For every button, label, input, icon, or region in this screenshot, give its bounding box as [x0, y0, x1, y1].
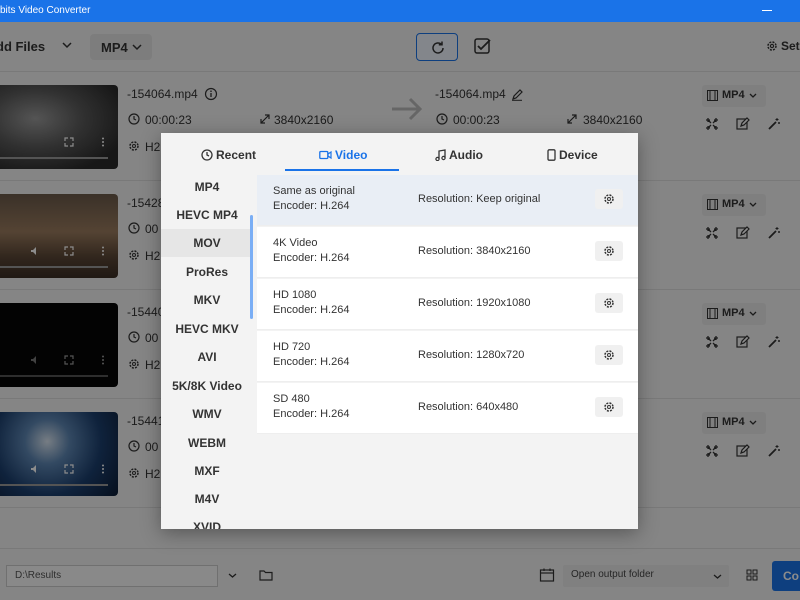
format-item[interactable]: M4V: [161, 485, 253, 513]
gear-icon: [604, 298, 614, 308]
tab-audio[interactable]: Audio: [401, 133, 515, 171]
preset-encoder: Encoder: H.264: [273, 252, 350, 264]
video-icon: [319, 150, 332, 160]
preset-encoder: Encoder: H.264: [273, 356, 350, 368]
preset-item[interactable]: Same as original Encoder: H.264 Resoluti…: [257, 175, 638, 226]
preset-settings-button[interactable]: [595, 293, 623, 313]
phone-icon: [547, 149, 556, 161]
preset-name: HD 720: [273, 341, 311, 353]
format-item[interactable]: MP4: [161, 173, 253, 201]
format-picker-dialog: Recent Video Audio Device MP4 HEVC MP4 M…: [161, 133, 638, 529]
title-bar: bits Video Converter: [0, 0, 800, 22]
format-item[interactable]: MOV: [161, 229, 253, 257]
tab-recent[interactable]: Recent: [173, 133, 283, 171]
preset-encoder: Encoder: H.264: [273, 304, 350, 316]
gear-icon: [604, 350, 614, 360]
preset-item[interactable]: HD 1080 Encoder: H.264 Resolution: 1920x…: [257, 279, 638, 330]
preset-item[interactable]: HD 720 Encoder: H.264 Resolution: 1280x7…: [257, 331, 638, 382]
gear-icon: [604, 246, 614, 256]
preset-settings-button[interactable]: [595, 397, 623, 417]
preset-encoder: Encoder: H.264: [273, 200, 350, 212]
preset-encoder: Encoder: H.264: [273, 408, 350, 420]
format-item[interactable]: HEVC MKV: [161, 315, 253, 343]
format-item[interactable]: HEVC MP4: [161, 201, 253, 229]
tab-device[interactable]: Device: [517, 133, 631, 171]
format-item[interactable]: ProRes: [161, 258, 253, 286]
preset-list: Same as original Encoder: H.264 Resoluti…: [257, 175, 638, 434]
preset-settings-button[interactable]: [595, 345, 623, 365]
format-item[interactable]: AVI: [161, 343, 253, 371]
preset-resolution: Resolution: 1920x1080: [418, 297, 531, 309]
tab-recent-label: Recent: [216, 148, 257, 162]
format-item[interactable]: 5K/8K Video: [161, 372, 253, 400]
tab-video[interactable]: Video: [285, 133, 399, 171]
format-item[interactable]: XVID: [161, 513, 253, 529]
format-item[interactable]: WEBM: [161, 429, 253, 457]
format-item[interactable]: MKV: [161, 286, 253, 314]
window-title: bits Video Converter: [0, 5, 91, 16]
minimize-icon[interactable]: [759, 3, 775, 17]
preset-resolution: Resolution: 1280x720: [418, 349, 525, 361]
tab-audio-label: Audio: [449, 148, 483, 162]
preset-name: SD 480: [273, 393, 310, 405]
tab-device-label: Device: [559, 148, 598, 162]
tab-video-label: Video: [335, 148, 368, 162]
music-icon: [435, 149, 446, 162]
preset-resolution: Resolution: Keep original: [418, 193, 541, 205]
preset-settings-button[interactable]: [595, 189, 623, 209]
format-item[interactable]: WMV: [161, 400, 253, 428]
preset-name: 4K Video: [273, 237, 318, 249]
gear-icon: [604, 194, 614, 204]
preset-item[interactable]: SD 480 Encoder: H.264 Resolution: 640x48…: [257, 383, 638, 434]
format-list-scrollbar[interactable]: [250, 215, 253, 319]
gear-icon: [604, 402, 614, 412]
preset-settings-button[interactable]: [595, 241, 623, 261]
preset-item[interactable]: 4K Video Encoder: H.264 Resolution: 3840…: [257, 227, 638, 278]
preset-resolution: Resolution: 640x480: [418, 401, 519, 413]
preset-resolution: Resolution: 3840x2160: [418, 245, 531, 257]
clock-icon: [201, 149, 213, 161]
format-item[interactable]: MXF: [161, 457, 253, 485]
preset-name: HD 1080: [273, 289, 317, 301]
format-tabs: Recent Video Audio Device: [161, 133, 638, 171]
preset-name: Same as original: [273, 185, 355, 197]
format-list: MP4 HEVC MP4 MOV ProRes MKV HEVC MKV AVI…: [161, 171, 253, 529]
